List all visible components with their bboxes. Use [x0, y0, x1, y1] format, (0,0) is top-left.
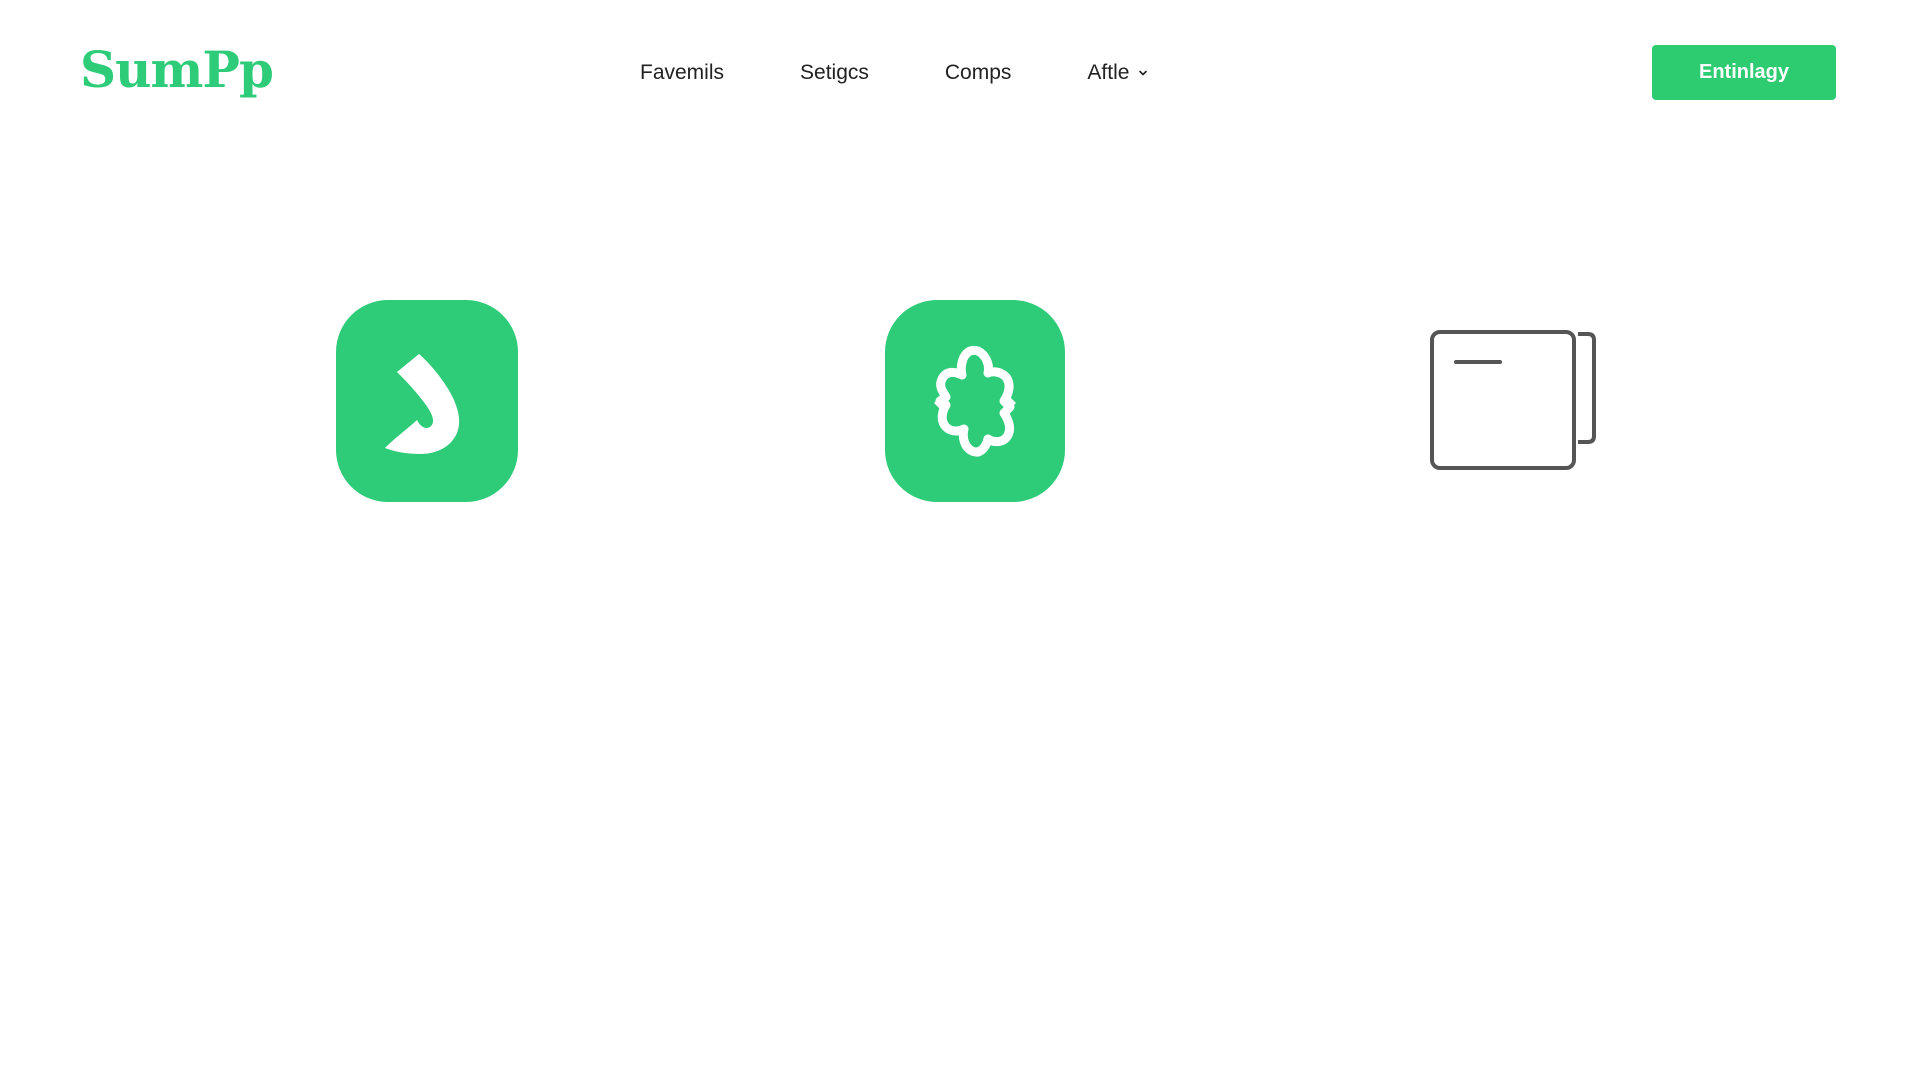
- chevron-down-icon: [1139, 70, 1148, 76]
- nav-item-label: Favemils: [640, 61, 725, 84]
- nav-item-comps[interactable]: Comps: [945, 58, 1012, 88]
- app-tile-swoosh[interactable]: [336, 300, 518, 502]
- primary-cta-button[interactable]: Entinlagy: [1652, 45, 1836, 100]
- nav-item-favemils[interactable]: Favemils: [640, 58, 724, 88]
- nav-item-setigcs[interactable]: Setigcs: [800, 58, 869, 88]
- s-swoosh-icon: [385, 354, 460, 454]
- window-stack-icon: [1430, 330, 1596, 470]
- app-tile-sync[interactable]: [885, 300, 1065, 502]
- app-tile-windows[interactable]: [1428, 328, 1604, 474]
- sync-puzzle-icon: [934, 345, 1016, 457]
- nav-item-label: Comps: [944, 61, 1012, 84]
- nav-item-label: Setigcs: [800, 61, 869, 84]
- brand-logo[interactable]: SumPp: [80, 40, 274, 100]
- nav-item-label: Aftle: [1087, 61, 1130, 84]
- main-nav: Favemils Setigcs Comps Aftle: [640, 58, 1149, 88]
- app-page: SumPp Favemils Setigcs Comps Aftle Entin…: [0, 0, 1920, 1080]
- top-navbar: SumPp Favemils Setigcs Comps Aftle Entin…: [0, 0, 1920, 150]
- nav-item-aftle-dropdown[interactable]: Aftle: [1087, 58, 1149, 88]
